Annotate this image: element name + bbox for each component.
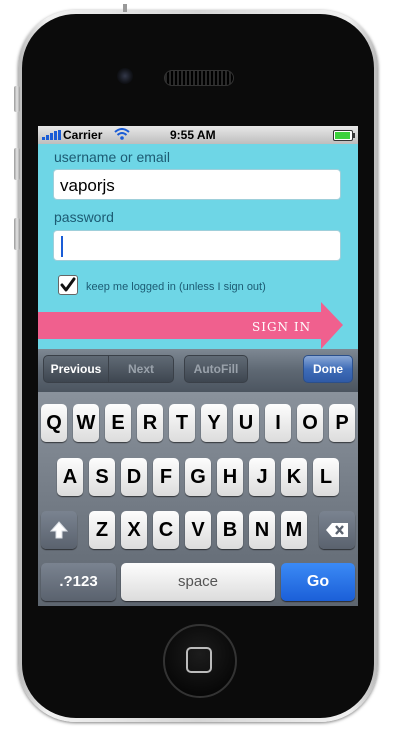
form-accessory-bar: Previous Next AutoFill Done bbox=[38, 349, 358, 392]
key-p[interactable]: P bbox=[329, 404, 355, 442]
key-f[interactable]: F bbox=[153, 458, 179, 496]
key-v[interactable]: V bbox=[185, 511, 211, 549]
key-w[interactable]: W bbox=[73, 404, 99, 442]
autofill-button[interactable]: AutoFill bbox=[184, 355, 248, 383]
key-e[interactable]: E bbox=[105, 404, 131, 442]
key-s[interactable]: S bbox=[89, 458, 115, 496]
key-a[interactable]: A bbox=[57, 458, 83, 496]
keep-logged-in-label: keep me logged in (unless I sign out) bbox=[86, 281, 266, 293]
front-camera bbox=[117, 68, 133, 84]
key-c[interactable]: C bbox=[153, 511, 179, 549]
backspace-key[interactable] bbox=[319, 511, 355, 549]
sleep-button bbox=[123, 4, 127, 12]
done-button[interactable]: Done bbox=[303, 355, 353, 383]
screen: Carrier 9:55 AM username or email vaporj… bbox=[38, 126, 358, 606]
key-k[interactable]: K bbox=[281, 458, 307, 496]
previous-button[interactable]: Previous bbox=[43, 355, 109, 383]
numbers-key[interactable]: .?123 bbox=[41, 563, 116, 601]
key-g[interactable]: G bbox=[185, 458, 211, 496]
keep-logged-in-checkbox[interactable] bbox=[58, 275, 78, 295]
key-t[interactable]: T bbox=[169, 404, 195, 442]
shift-key[interactable] bbox=[41, 511, 77, 549]
key-q[interactable]: Q bbox=[41, 404, 67, 442]
password-label: password bbox=[54, 209, 114, 225]
volume-down-button bbox=[14, 218, 20, 250]
username-label: username or email bbox=[54, 149, 170, 165]
key-o[interactable]: O bbox=[297, 404, 323, 442]
go-key[interactable]: Go bbox=[281, 563, 355, 601]
key-r[interactable]: R bbox=[137, 404, 163, 442]
key-l[interactable]: L bbox=[313, 458, 339, 496]
key-d[interactable]: D bbox=[121, 458, 147, 496]
status-bar: Carrier 9:55 AM bbox=[38, 126, 358, 144]
text-cursor bbox=[61, 236, 63, 257]
volume-up-button bbox=[14, 148, 20, 180]
key-u[interactable]: U bbox=[233, 404, 259, 442]
battery-icon bbox=[333, 130, 355, 141]
key-i[interactable]: I bbox=[265, 404, 291, 442]
key-j[interactable]: J bbox=[249, 458, 275, 496]
carrier-label: Carrier bbox=[63, 128, 103, 142]
home-square-icon bbox=[186, 647, 212, 673]
signal-icon bbox=[42, 130, 61, 140]
username-value: vaporjs bbox=[60, 176, 115, 195]
username-field[interactable]: vaporjs bbox=[53, 169, 341, 200]
next-button[interactable]: Next bbox=[108, 355, 174, 383]
backspace-icon bbox=[326, 523, 348, 537]
key-y[interactable]: Y bbox=[201, 404, 227, 442]
mute-switch bbox=[14, 86, 20, 112]
sign-in-label: SIGN IN bbox=[252, 320, 312, 334]
key-n[interactable]: N bbox=[249, 511, 275, 549]
earpiece-speaker bbox=[164, 70, 234, 86]
checkmark-icon bbox=[60, 277, 76, 292]
password-field[interactable] bbox=[53, 230, 341, 261]
key-z[interactable]: Z bbox=[89, 511, 115, 549]
keyboard: Q W E R T Y U I O P A S D F G H J K L Z … bbox=[38, 392, 358, 606]
space-key[interactable]: space bbox=[121, 563, 275, 601]
wifi-icon bbox=[114, 128, 130, 140]
shift-arrow-icon bbox=[49, 521, 69, 539]
clock: 9:55 AM bbox=[170, 128, 216, 142]
key-h[interactable]: H bbox=[217, 458, 243, 496]
key-b[interactable]: B bbox=[217, 511, 243, 549]
key-x[interactable]: X bbox=[121, 511, 147, 549]
key-m[interactable]: M bbox=[281, 511, 307, 549]
